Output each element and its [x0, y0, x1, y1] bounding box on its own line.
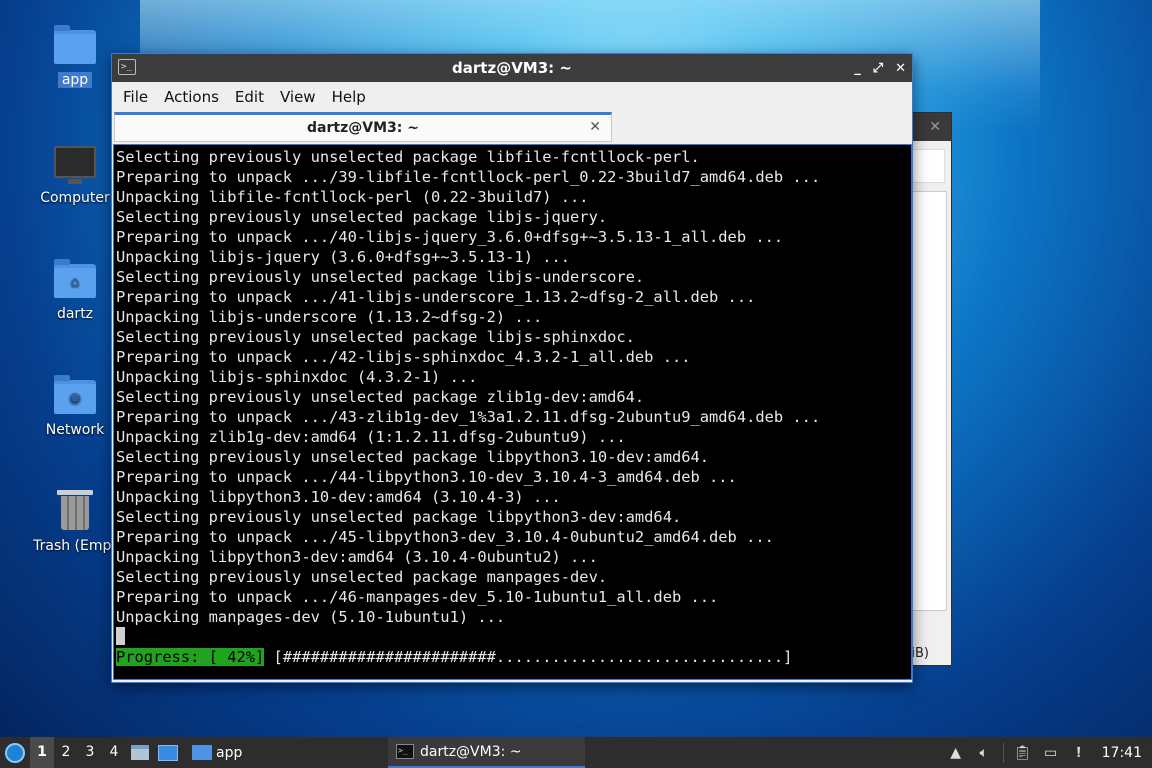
network-folder-icon: ◉ — [54, 375, 96, 414]
background-window-panel — [911, 149, 945, 183]
file-manager-icon — [131, 745, 149, 760]
terminal-line: Selecting previously unselected package … — [116, 328, 635, 346]
computer-icon — [54, 146, 96, 184]
maximize-button[interactable]: ⤢ — [873, 61, 883, 76]
tab-label: dartz@VM3: ~ — [307, 120, 419, 136]
terminal-line: Preparing to unpack .../42-libjs-sphinxd… — [116, 348, 691, 366]
terminal-line: Unpacking manpages-dev (5.10-1ubuntu1) .… — [116, 608, 506, 626]
show-desktop-button[interactable] — [154, 737, 182, 768]
start-menu-button[interactable] — [0, 737, 30, 768]
clock[interactable]: 17:41 — [1102, 745, 1142, 761]
desktop-icon-label: Network — [45, 422, 105, 438]
desktop-icon-label: dartz — [56, 306, 94, 322]
terminal-line: Preparing to unpack .../46-manpages-dev_… — [116, 588, 719, 606]
terminal-line: Preparing to unpack .../44-libpython3.10… — [116, 468, 737, 486]
tray-separator — [1002, 742, 1004, 763]
terminal-line: Preparing to unpack .../40-libjs-jquery_… — [116, 228, 784, 246]
terminal-output[interactable]: Selecting previously unselected package … — [113, 144, 912, 680]
terminal-app-icon: >_ — [118, 59, 136, 75]
terminal-line: Unpacking libjs-sphinxdoc (4.3.2-1) ... — [116, 368, 478, 386]
network-icon[interactable]: ▭ — [1042, 744, 1060, 762]
tray-up-arrow-icon[interactable]: ▲ — [947, 744, 965, 762]
terminal-line: Preparing to unpack .../39-libfile-fcntl… — [116, 168, 821, 186]
task-app-label: app — [216, 744, 243, 761]
progress-label: Progress: [ 42%] — [116, 648, 265, 666]
terminal-line: Unpacking zlib1g-dev:amd64 (1:1.2.11.dfs… — [116, 428, 626, 446]
trash-icon — [57, 490, 93, 530]
background-window-content — [911, 191, 947, 611]
terminal-line: Preparing to unpack .../41-libjs-undersc… — [116, 288, 756, 306]
task-terminal[interactable]: >_ dartz@VM3: ~ — [388, 737, 585, 768]
menu-bar: File Actions Edit View Help — [112, 82, 912, 112]
home-folder-icon: ⌂ — [54, 259, 96, 298]
terminal-line: Selecting previously unselected package … — [116, 508, 682, 526]
close-button[interactable]: ✕ — [895, 61, 906, 76]
terminal-line: Selecting previously unselected package … — [116, 388, 645, 406]
terminal-line: Unpacking libpython3.10-dev:amd64 (3.10.… — [116, 488, 561, 506]
window-titlebar[interactable]: >_ dartz@VM3: ~ _ ⤢ ✕ — [112, 54, 912, 82]
desktop-icon-label: Trash (Empt — [33, 538, 117, 554]
clipboard-icon[interactable]: 📋︎ — [1014, 744, 1032, 762]
desktop-icon-label: app — [57, 72, 93, 88]
terminal-line: Selecting previously unselected package … — [116, 448, 710, 466]
tab-strip: dartz@VM3: ~ ✕ — [112, 112, 912, 144]
window-title: dartz@VM3: ~ — [452, 59, 572, 77]
terminal-cursor-line — [116, 627, 911, 647]
update-notifier-icon[interactable]: ❗︎ — [1070, 744, 1088, 762]
terminal-window[interactable]: >_ dartz@VM3: ~ _ ⤢ ✕ File Actions Edit … — [111, 53, 913, 683]
terminal-line: Preparing to unpack .../45-libpython3-de… — [116, 528, 774, 546]
cursor — [116, 627, 125, 645]
terminal-line: Unpacking libfile-fcntllock-perl (0.22-3… — [116, 188, 589, 206]
terminal-line: Selecting previously unselected package … — [116, 568, 608, 586]
file-manager-launcher[interactable] — [126, 737, 154, 768]
terminal-line: Unpacking libjs-jquery (3.6.0+dfsg+~3.5.… — [116, 248, 571, 266]
menu-edit[interactable]: Edit — [228, 88, 271, 106]
volume-icon[interactable]: 🔈︎ — [975, 744, 993, 762]
progress-line: Progress: [ 42%] [######################… — [116, 647, 792, 667]
workspace-3[interactable]: 3 — [78, 737, 102, 768]
menu-help[interactable]: Help — [325, 88, 373, 106]
close-icon[interactable]: ✕ — [929, 119, 941, 135]
background-window-size-text: iB) — [911, 646, 929, 661]
taskbar: 1 2 3 4 app >_ dartz@VM3: ~ ▲ 🔈︎ 📋︎ ▭ ❗︎… — [0, 737, 1152, 768]
workspace-1[interactable]: 1 — [30, 737, 54, 768]
terminal-line: Unpacking libjs-underscore (1.13.2~dfsg-… — [116, 308, 543, 326]
folder-icon — [192, 745, 212, 760]
workspace-4[interactable]: 4 — [102, 737, 126, 768]
menu-actions[interactable]: Actions — [157, 88, 226, 106]
terminal-line: Unpacking libpython3-dev:amd64 (3.10.4-0… — [116, 548, 598, 566]
folder-icon — [54, 25, 96, 64]
minimize-button[interactable]: _ — [854, 61, 861, 76]
lubuntu-logo-icon — [5, 742, 25, 763]
menu-view[interactable]: View — [273, 88, 323, 106]
progress-bar: [#######################................… — [264, 648, 793, 666]
terminal-line: Selecting previously unselected package … — [116, 148, 700, 166]
workspace-2[interactable]: 2 — [54, 737, 78, 768]
terminal-line: Selecting previously unselected package … — [116, 208, 608, 226]
desktop-icon-label: Computer — [40, 190, 110, 206]
terminal-line: Preparing to unpack .../43-zlib1g-dev_1%… — [116, 408, 821, 426]
task-terminal-label: dartz@VM3: ~ — [420, 743, 522, 760]
task-app[interactable]: app — [188, 737, 246, 768]
menu-file[interactable]: File — [116, 88, 155, 106]
system-tray: ▲ 🔈︎ 📋︎ ▭ ❗︎ 17:41 — [947, 737, 1152, 768]
terminal-icon: >_ — [396, 744, 414, 759]
tab-terminal[interactable]: dartz@VM3: ~ ✕ — [114, 112, 612, 142]
terminal-line: Selecting previously unselected package … — [116, 268, 645, 286]
tab-close-icon[interactable]: ✕ — [589, 119, 601, 135]
desktop-icon — [158, 744, 178, 761]
